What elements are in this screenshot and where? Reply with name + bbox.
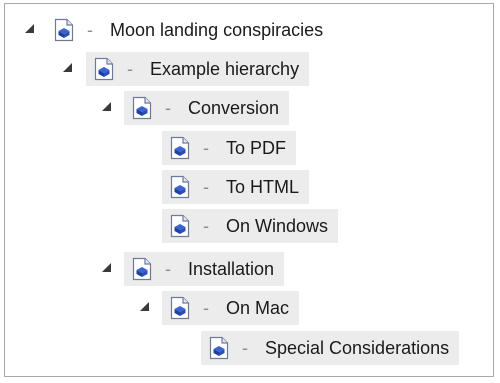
expand-toggle-icon[interactable] — [63, 63, 72, 72]
tree-view-panel: - Moon landing conspiracies - Example hi… — [4, 3, 494, 377]
document-icon — [170, 214, 190, 238]
node-separator: - — [165, 259, 171, 279]
tree-item-on-windows[interactable]: - On Windows — [162, 209, 339, 243]
node-label: To HTML — [226, 177, 300, 197]
node-separator: - — [203, 216, 209, 236]
document-icon — [209, 336, 229, 360]
document-icon — [132, 96, 152, 120]
document-icon — [132, 257, 152, 281]
tree-item-special-considerations[interactable]: - Special Considerations — [201, 331, 460, 365]
document-icon — [170, 136, 190, 160]
node-label: Special Considerations — [265, 338, 450, 358]
document-icon — [54, 18, 74, 42]
node-label: On Windows — [226, 216, 329, 236]
tree-item-moon-landing[interactable]: - Moon landing conspiracies — [46, 13, 333, 47]
node-label: Moon landing conspiracies — [110, 20, 324, 40]
tree-item-installation[interactable]: - Installation — [124, 252, 285, 286]
tree-item-on-mac[interactable]: - On Mac — [162, 291, 300, 325]
node-separator: - — [127, 59, 133, 79]
node-label: To PDF — [226, 138, 287, 158]
expand-toggle-icon[interactable] — [140, 302, 149, 311]
node-separator: - — [165, 98, 171, 118]
tree-item-conversion[interactable]: - Conversion — [124, 91, 290, 125]
node-separator: - — [87, 20, 93, 40]
tree-item-to-html[interactable]: - To HTML — [162, 170, 310, 204]
expand-toggle-icon[interactable] — [102, 263, 111, 272]
node-label: Example hierarchy — [150, 59, 300, 79]
document-icon — [170, 175, 190, 199]
node-label: On Mac — [226, 298, 290, 318]
node-label: Conversion — [188, 98, 280, 118]
expand-toggle-icon[interactable] — [102, 102, 111, 111]
tree-item-to-pdf[interactable]: - To PDF — [162, 131, 297, 165]
node-separator: - — [203, 177, 209, 197]
node-label: Installation — [188, 259, 275, 279]
node-separator: - — [242, 338, 248, 358]
tree-item-example-hierarchy[interactable]: - Example hierarchy — [86, 52, 310, 86]
node-separator: - — [203, 138, 209, 158]
node-separator: - — [203, 298, 209, 318]
expand-toggle-icon[interactable] — [25, 24, 34, 33]
document-icon — [94, 57, 114, 81]
document-icon — [170, 296, 190, 320]
